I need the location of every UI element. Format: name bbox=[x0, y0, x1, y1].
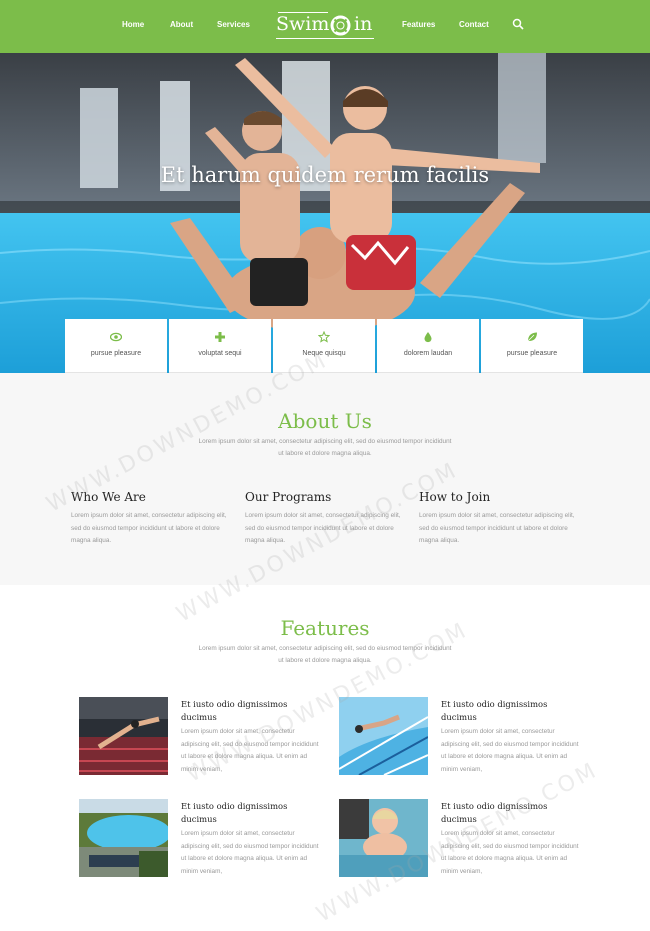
feature-image-baby bbox=[339, 799, 428, 877]
logo-text-right: in bbox=[354, 13, 373, 35]
nav-features-link[interactable]: Features bbox=[402, 20, 435, 29]
features-intro-text: Lorem ipsum dolor sit amet, consectetur … bbox=[198, 645, 452, 664]
feature-card-label: Neque quisqu bbox=[302, 350, 346, 357]
feature-card-1[interactable]: pursue pleasure bbox=[65, 319, 167, 374]
hero-title: Et harum quidem rerum facilis bbox=[160, 163, 490, 187]
nav-contact-link[interactable]: Contact bbox=[459, 20, 489, 29]
feature-card-4[interactable]: dolorem laudan bbox=[377, 319, 479, 374]
feature-card-label: pursue pleasure bbox=[90, 350, 142, 357]
feature-card-label: dolorem laudan bbox=[403, 350, 453, 357]
lifebuoy-icon bbox=[330, 15, 351, 36]
about-section: About Us Lorem ipsum dolor sit amet, con… bbox=[0, 373, 650, 585]
feature-card-2[interactable]: voluptat sequi bbox=[169, 319, 271, 374]
about-intro-text: Lorem ipsum dolor sit amet, consectetur … bbox=[198, 438, 452, 457]
leaf-icon bbox=[527, 332, 537, 342]
about-col-text-1: Lorem ipsum dolor sit amet, consectetur … bbox=[71, 512, 227, 544]
logo-text-left: Swim bbox=[276, 13, 330, 35]
feature-text-2: Lorem ipsum dolor sit amet, consectetur … bbox=[441, 728, 579, 773]
nav-home-link[interactable]: Home bbox=[122, 20, 144, 29]
feature-text-3: Lorem ipsum dolor sit amet, consectetur … bbox=[181, 830, 319, 875]
feature-card-3[interactable]: Neque quisqu bbox=[273, 319, 375, 374]
about-col-text-2: Lorem ipsum dolor sit amet, consectetur … bbox=[245, 512, 401, 544]
feature-title-2: Et iusto odio dignissimos ducimus bbox=[441, 699, 548, 722]
feature-title-4: Et iusto odio dignissimos ducimus bbox=[441, 801, 548, 824]
about-col-text-3: Lorem ipsum dolor sit amet, consectetur … bbox=[419, 512, 575, 544]
feature-card-5[interactable]: pursue pleasure bbox=[481, 319, 583, 374]
about-col-title-3: How to Join bbox=[419, 490, 491, 504]
feature-image-swimmer bbox=[339, 697, 428, 775]
about-col-title-1: Who We Are bbox=[71, 490, 146, 504]
feature-card-label: voluptat sequi bbox=[198, 350, 242, 357]
plus-icon bbox=[215, 332, 225, 342]
search-icon[interactable] bbox=[512, 18, 524, 30]
drop-icon bbox=[424, 332, 432, 343]
feature-image-pool bbox=[79, 799, 168, 877]
feature-title-3: Et iusto odio dignissimos ducimus bbox=[181, 801, 288, 824]
features-title: Features bbox=[280, 616, 370, 640]
nav-services-link[interactable]: Services bbox=[217, 20, 250, 29]
feature-image-diver bbox=[79, 697, 168, 775]
feature-title-1: Et iusto odio dignissimos ducimus bbox=[181, 699, 288, 722]
feature-card-label: pursue pleasure bbox=[506, 350, 558, 357]
top-navbar: Home About Services Swim in Features Con… bbox=[0, 0, 650, 53]
site-logo[interactable]: Swim in bbox=[276, 11, 374, 41]
about-title: About Us bbox=[278, 409, 372, 433]
eye-icon bbox=[110, 332, 122, 342]
feature-text-1: Lorem ipsum dolor sit amet, consectetur … bbox=[181, 728, 319, 773]
about-col-title-2: Our Programs bbox=[245, 490, 332, 504]
feature-text-4: Lorem ipsum dolor sit amet, consectetur … bbox=[441, 830, 579, 875]
nav-about-link[interactable]: About bbox=[170, 20, 193, 29]
star-icon bbox=[318, 331, 330, 343]
